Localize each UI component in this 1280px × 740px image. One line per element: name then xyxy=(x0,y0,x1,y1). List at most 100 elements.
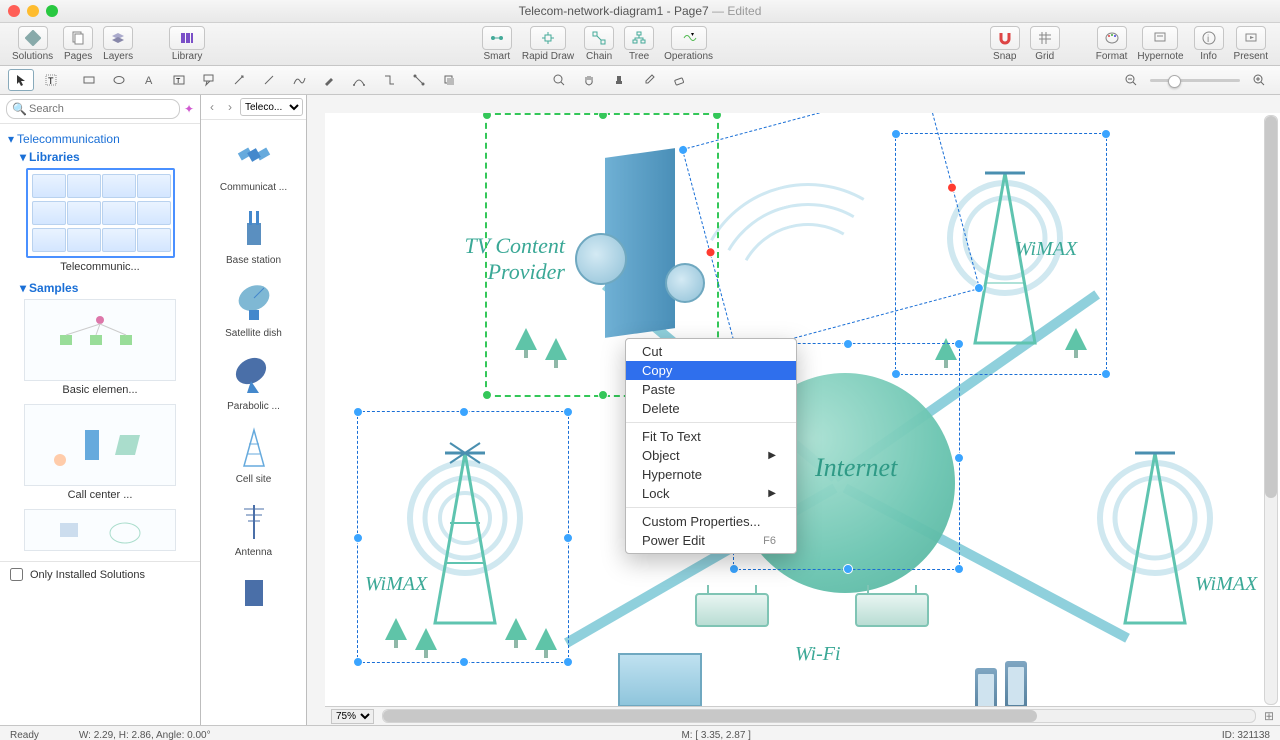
status-id: ID: 321138 xyxy=(1222,730,1270,740)
menu-fit[interactable]: Fit To Text xyxy=(626,427,796,446)
menu-power-edit[interactable]: Power EditF6 xyxy=(626,531,796,550)
zoom-select[interactable]: 75% xyxy=(331,709,374,724)
spline-tool[interactable] xyxy=(286,69,312,91)
phone-icon-2[interactable] xyxy=(1005,661,1027,707)
zoom-slider[interactable] xyxy=(1150,79,1240,82)
menu-custom-props[interactable]: Custom Properties... xyxy=(626,512,796,531)
tower-icon-3[interactable] xyxy=(1095,423,1215,633)
zoom-out-icon[interactable] xyxy=(1118,69,1144,91)
status-ready: Ready xyxy=(10,730,39,740)
layers-button[interactable]: Layers xyxy=(99,26,137,62)
library-name: Telecommunic... xyxy=(8,261,192,273)
only-installed-checkbox[interactable] xyxy=(10,568,23,581)
tree-root[interactable]: ▾ Telecommunication xyxy=(8,132,192,146)
solutions-tree[interactable]: ▾ Telecommunication ▾ Libraries Telecomm… xyxy=(0,124,200,561)
eyedropper-tool[interactable] xyxy=(636,69,662,91)
format-button[interactable]: Format xyxy=(1092,26,1132,62)
menu-paste[interactable]: Paste xyxy=(626,380,796,399)
text-select-tool[interactable]: T xyxy=(38,69,64,91)
callout-tool[interactable] xyxy=(196,69,222,91)
hypernote-button[interactable]: Hypernote xyxy=(1133,26,1187,62)
sample-1-label: Basic elemen... xyxy=(8,384,192,396)
tree-button[interactable]: Tree xyxy=(620,26,658,62)
shape-parabolic[interactable]: Parabolic ... xyxy=(201,343,306,416)
router-icon[interactable] xyxy=(695,593,769,627)
hand-tool[interactable] xyxy=(576,69,602,91)
tree-libraries[interactable]: ▾ Libraries xyxy=(20,150,192,164)
next-lib-icon[interactable]: › xyxy=(222,99,238,115)
status-bar: Ready W: 2.29, H: 2.86, Angle: 0.00° M: … xyxy=(0,725,1280,740)
vertical-scrollbar[interactable] xyxy=(1264,115,1278,705)
textbox-tool[interactable]: T xyxy=(166,69,192,91)
only-installed-row[interactable]: Only Installed Solutions xyxy=(0,561,200,587)
shape-server[interactable] xyxy=(201,562,306,624)
context-menu[interactable]: Cut Copy Paste Delete Fit To Text Object… xyxy=(625,338,797,554)
search-icon: 🔍 xyxy=(12,102,27,116)
canvas-footer: 75% ⊞ xyxy=(325,706,1280,725)
pages-button[interactable]: Pages xyxy=(59,26,97,62)
menu-copy[interactable]: Copy xyxy=(626,361,796,380)
bezier-tool[interactable] xyxy=(346,69,372,91)
sample-thumb-1[interactable] xyxy=(24,299,176,381)
pen-tool[interactable] xyxy=(316,69,342,91)
arrow-tool[interactable] xyxy=(226,69,252,91)
grid-button[interactable]: Grid xyxy=(1026,26,1064,62)
chain-button[interactable]: Chain xyxy=(580,26,618,62)
smart-connector-tool[interactable] xyxy=(406,69,432,91)
router-icon-2[interactable] xyxy=(855,593,929,627)
shape-base-station[interactable]: Base station xyxy=(201,197,306,270)
search-input[interactable] xyxy=(6,99,180,119)
menu-delete[interactable]: Delete xyxy=(626,399,796,418)
canvas[interactable]: Internet TV Content Provider WiMAX WiMAX… xyxy=(325,113,1280,707)
zoom-tool[interactable] xyxy=(546,69,572,91)
snap-button[interactable]: Snap xyxy=(986,26,1024,62)
sample-thumb-3[interactable] xyxy=(24,509,176,551)
menu-object[interactable]: Object▶ xyxy=(626,446,796,465)
wizard-icon[interactable]: ✦ xyxy=(184,102,194,116)
present-button[interactable]: Present xyxy=(1230,26,1272,62)
prev-lib-icon[interactable]: ‹ xyxy=(204,99,220,115)
doc-name: Telecom-network-diagram1 xyxy=(519,4,664,18)
info-button[interactable]: iInfo xyxy=(1190,26,1228,62)
titlebar: Telecom-network-diagram1 - Page7 — Edite… xyxy=(0,0,1280,23)
operations-button[interactable]: ▾Operations xyxy=(660,26,717,62)
shapes-list[interactable]: Communicat ... Base station Satellite di… xyxy=(201,120,306,725)
menu-cut[interactable]: Cut xyxy=(626,342,796,361)
line-tool[interactable] xyxy=(256,69,282,91)
zoom-controls[interactable] xyxy=(1118,69,1272,91)
label-wimax-3[interactable]: WiMAX xyxy=(1195,573,1257,596)
label-wifi[interactable]: Wi-Fi xyxy=(795,643,841,666)
eraser-tool[interactable] xyxy=(666,69,692,91)
selection-5[interactable] xyxy=(895,133,1107,375)
sample-thumb-2[interactable] xyxy=(24,404,176,486)
view-mode-icon[interactable]: ⊞ xyxy=(1264,709,1274,723)
shape-antenna[interactable]: Antenna xyxy=(201,489,306,562)
shape-satellite[interactable]: Communicat ... xyxy=(201,124,306,197)
connector-tool[interactable] xyxy=(376,69,402,91)
search-row: 🔍 ✦ xyxy=(0,95,200,124)
zoom-in-icon[interactable] xyxy=(1246,69,1272,91)
shape-cell-site[interactable]: Cell site xyxy=(201,416,306,489)
ellipse-tool[interactable] xyxy=(106,69,132,91)
library-thumbnail[interactable] xyxy=(26,168,175,258)
menu-hypernote[interactable]: Hypernote xyxy=(626,465,796,484)
rapid-draw-button[interactable]: Rapid Draw xyxy=(518,26,578,62)
vertical-ruler[interactable] xyxy=(307,95,326,725)
horizontal-ruler[interactable] xyxy=(325,95,1280,114)
horizontal-scrollbar[interactable] xyxy=(382,709,1256,723)
rect-tool[interactable] xyxy=(76,69,102,91)
menu-lock[interactable]: Lock▶ xyxy=(626,484,796,503)
smart-button[interactable]: Smart xyxy=(478,26,516,62)
library-button[interactable]: Library xyxy=(165,26,209,62)
shape-satellite-dish[interactable]: Satellite dish xyxy=(201,270,306,343)
selection-3[interactable] xyxy=(357,411,569,663)
pointer-tool[interactable] xyxy=(8,69,34,91)
library-selector[interactable]: Teleco... xyxy=(240,98,303,116)
tree-samples[interactable]: ▾ Samples xyxy=(20,281,192,295)
laptop-icon[interactable] xyxy=(605,653,715,707)
phone-icon[interactable] xyxy=(975,668,997,707)
text-tool[interactable]: A xyxy=(136,69,162,91)
shadow-tool[interactable] xyxy=(436,69,462,91)
stamp-tool[interactable] xyxy=(606,69,632,91)
solutions-button[interactable]: Solutions xyxy=(8,26,57,62)
